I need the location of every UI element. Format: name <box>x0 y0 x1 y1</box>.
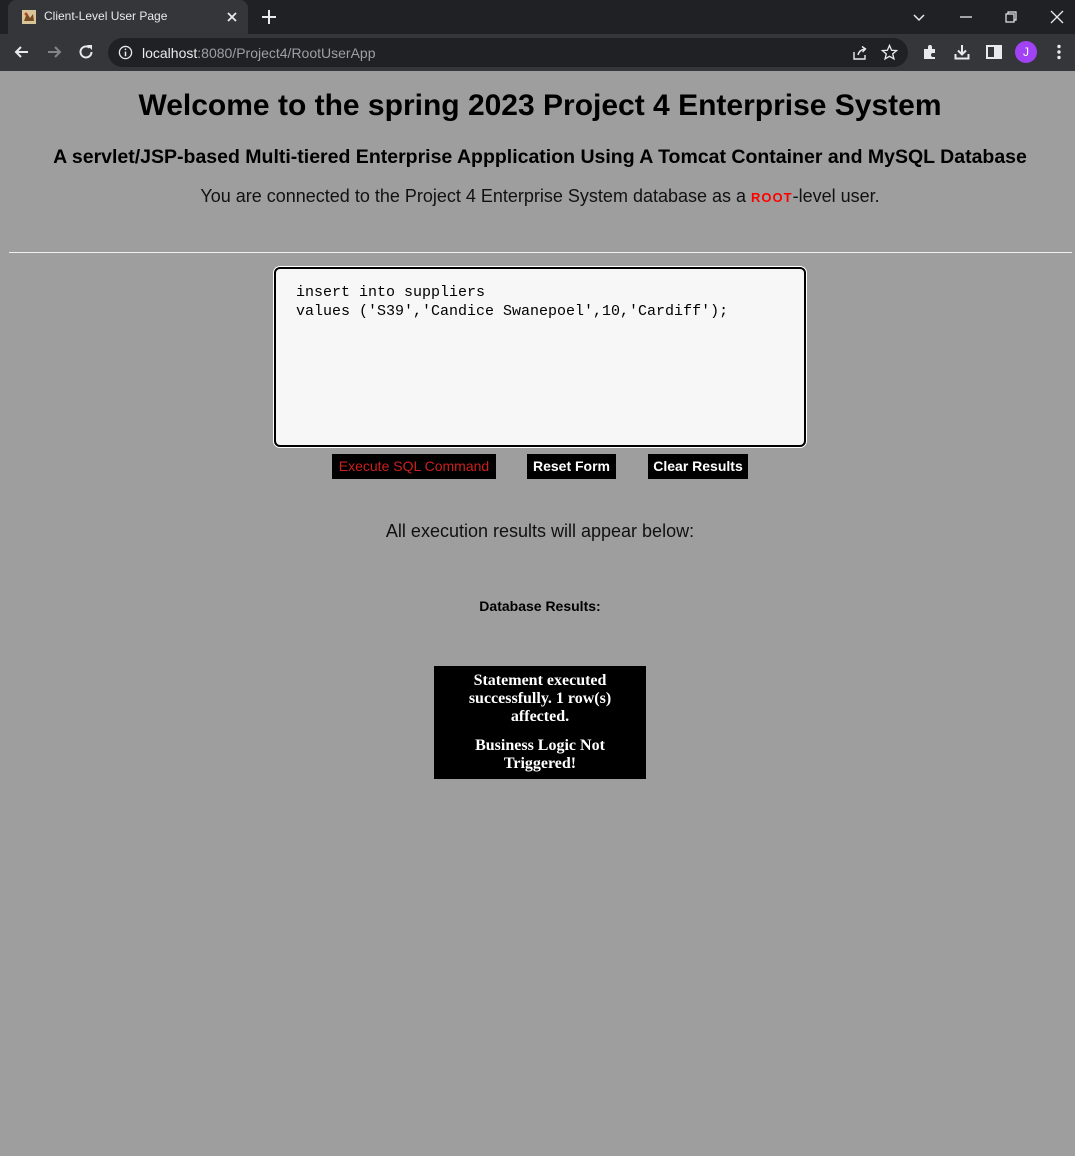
page-title: Welcome to the spring 2023 Project 4 Ent… <box>138 89 942 122</box>
info-icon[interactable] <box>118 45 133 60</box>
plus-icon[interactable] <box>260 8 278 26</box>
result-line: Statement executed successfully. 1 row(s… <box>468 672 612 725</box>
share-icon[interactable] <box>852 45 868 61</box>
page-subtitle: A servlet/JSP-based Multi-tiered Enterpr… <box>53 146 1027 168</box>
page-content: Welcome to the spring 2023 Project 4 Ent… <box>0 71 1075 1156</box>
restore-icon[interactable] <box>1001 7 1021 27</box>
url-path: :8080/Project4/RootUserApp <box>197 45 376 61</box>
avatar[interactable]: J <box>1015 41 1037 63</box>
kebab-menu-icon[interactable] <box>1050 43 1068 61</box>
favicon-icon <box>22 10 36 24</box>
connection-prefix: You are connected to the Project 4 Enter… <box>200 186 752 206</box>
browser-toolbar: localhost:8080/Project4/RootUserApp J <box>0 34 1075 71</box>
connection-role: ROOT <box>751 190 793 205</box>
close-icon[interactable] <box>224 9 240 25</box>
result-message-box: Statement executed successfully. 1 row(s… <box>434 666 646 779</box>
download-icon[interactable] <box>953 43 971 61</box>
minimize-icon[interactable] <box>956 7 976 27</box>
url-host: localhost <box>142 45 198 61</box>
address-bar[interactable]: localhost:8080/Project4/RootUserApp <box>108 38 908 67</box>
tab-title: Client-Level User Page <box>44 9 168 23</box>
clear-results-button[interactable]: Clear Results <box>648 454 748 479</box>
window-close-icon[interactable] <box>1047 7 1067 27</box>
side-panel-icon[interactable] <box>985 43 1003 61</box>
url-text[interactable]: localhost:8080/Project4/RootUserApp <box>142 45 375 61</box>
reload-icon[interactable] <box>76 42 96 62</box>
browser-tab[interactable]: Client-Level User Page <box>8 0 248 34</box>
extensions-icon[interactable] <box>921 43 939 61</box>
sql-command-input[interactable]: insert into suppliers values ('S39','Can… <box>274 267 806 447</box>
result-line: Business Logic Not Triggered! <box>475 737 605 772</box>
reset-form-button[interactable]: Reset Form <box>527 454 616 479</box>
connection-status: You are connected to the Project 4 Enter… <box>0 186 1075 207</box>
results-caption: All execution results will appear below: <box>385 521 695 541</box>
back-arrow-icon[interactable] <box>12 42 32 62</box>
execute-sql-button[interactable]: Execute SQL Command <box>332 454 496 479</box>
divider <box>9 252 1072 253</box>
star-icon[interactable] <box>881 44 898 61</box>
connection-suffix: -level user. <box>792 186 880 206</box>
database-results-label: Database Results: <box>479 598 601 614</box>
tab-strip: Client-Level User Page <box>0 0 1075 34</box>
forward-arrow-icon[interactable] <box>44 42 64 62</box>
chevron-down-icon[interactable] <box>909 7 929 27</box>
